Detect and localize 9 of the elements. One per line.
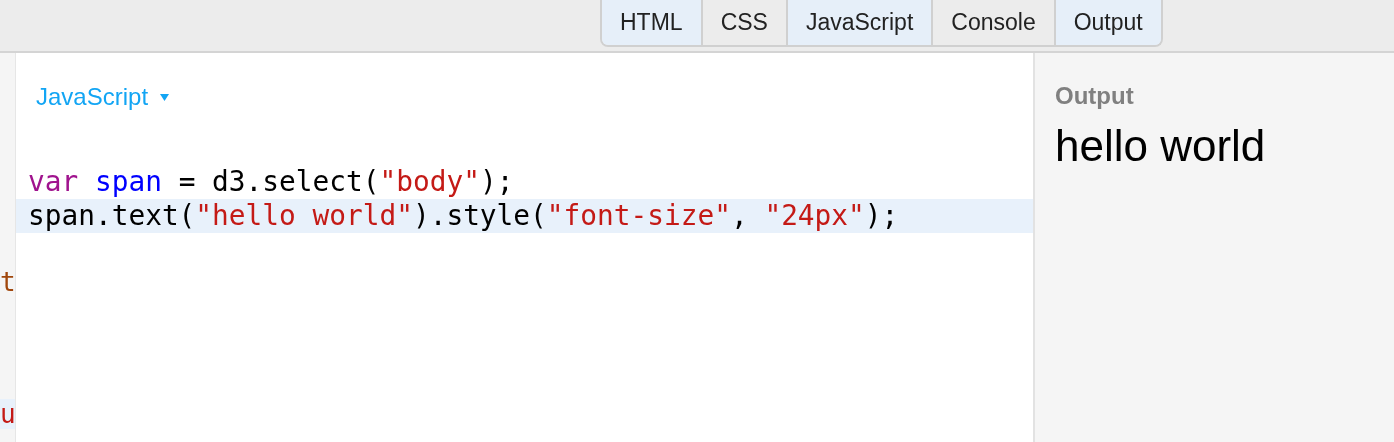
- code-fragment: u: [0, 399, 15, 429]
- panel-title: Output: [1055, 81, 1135, 111]
- output-text: hello world: [1055, 124, 1267, 168]
- tab[interactable]: HTML: [602, 0, 703, 45]
- code-fragment: t: [0, 267, 15, 297]
- tab[interactable]: JavaScript: [787, 0, 934, 45]
- caret-icon: [160, 93, 170, 101]
- code-line: var span = d3.select("body");: [27, 165, 515, 199]
- tab[interactable]: Output: [1055, 0, 1161, 45]
